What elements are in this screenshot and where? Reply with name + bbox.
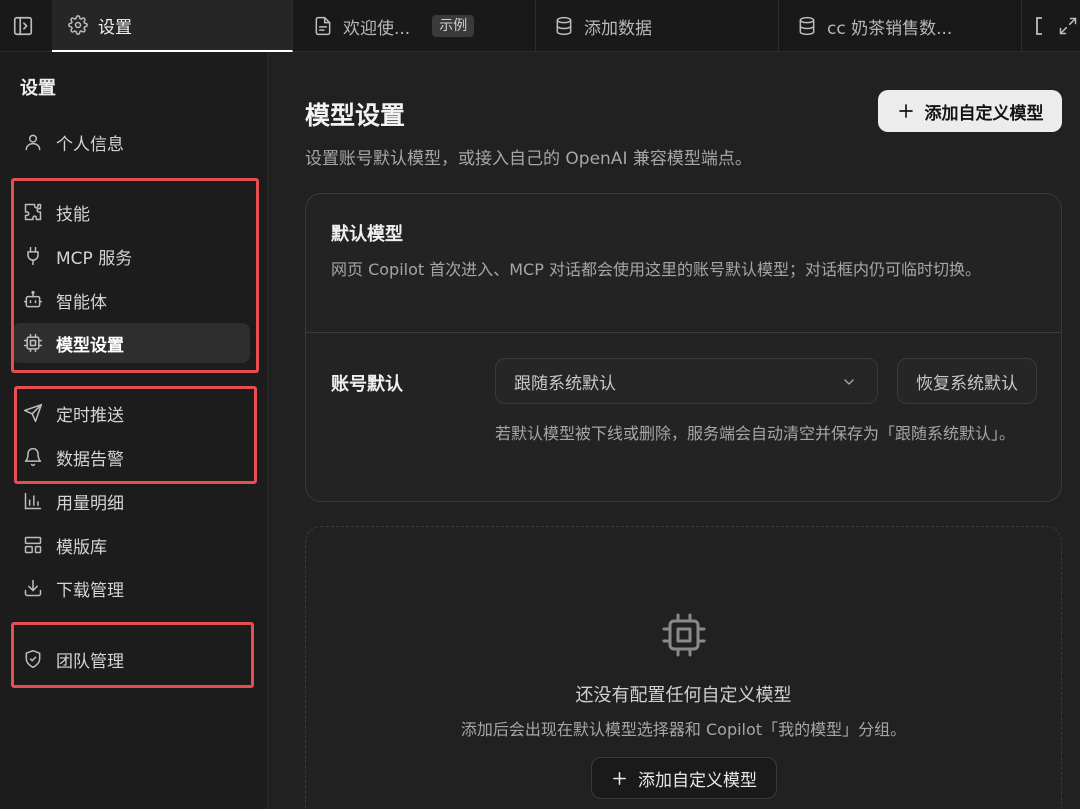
sidebar-item-mcp[interactable]: MCP 服务 xyxy=(12,236,250,276)
sidebar-item-label: MCP 服务 xyxy=(56,248,133,269)
main-content: 模型设置 设置账号默认模型，或接入自己的 OpenAI 兼容模型端点。 添加自定… xyxy=(269,52,1080,809)
account-default-label: 账号默认 xyxy=(331,374,403,395)
bar-chart-icon xyxy=(23,491,43,511)
plus-icon xyxy=(611,770,628,787)
card-description: 网页 Copilot 首次进入、MCP 对话都会使用这里的账号默认模型；对话框内… xyxy=(331,260,981,279)
add-custom-model-button[interactable]: 添加自定义模型 xyxy=(878,90,1062,132)
sidebar-item-label: 定时推送 xyxy=(56,405,124,426)
default-model-card: 默认模型 网页 Copilot 首次进入、MCP 对话都会使用这里的账号默认模型… xyxy=(305,193,1062,502)
database-icon xyxy=(797,16,817,36)
database-icon xyxy=(554,16,574,36)
sidebar-item-downloads[interactable]: 下载管理 xyxy=(12,568,250,608)
puzzle-icon xyxy=(23,202,43,222)
settings-sidebar: 设置 个人信息 技能 MCP 服务 智能体 模型设置 定时推送 数据告警 用量明… xyxy=(0,52,268,809)
tab-milk-tea-sales[interactable]: cc 奶茶销售数... xyxy=(779,0,1022,52)
card-title: 默认模型 xyxy=(331,224,403,245)
download-icon xyxy=(23,578,43,598)
tab-bar: 设置 欢迎使... 示例 添加数据 cc 奶茶销售数... xyxy=(0,0,1080,52)
template-icon xyxy=(23,535,43,555)
empty-state-title: 还没有配置任何自定义模型 xyxy=(575,685,792,706)
bell-icon xyxy=(23,447,43,467)
tab-label: 设置 xyxy=(98,17,132,38)
document-icon xyxy=(313,16,333,36)
sidebar-item-label: 个人信息 xyxy=(56,134,124,155)
sidebar-title: 设置 xyxy=(20,78,56,99)
sidebar-item-profile[interactable]: 个人信息 xyxy=(12,122,250,162)
send-icon xyxy=(23,403,43,423)
tab-badge-example: 示例 xyxy=(432,15,475,37)
tab-label: cc 奶茶销售数... xyxy=(827,18,953,39)
select-value: 跟随系统默认 xyxy=(514,373,616,394)
user-icon xyxy=(23,132,43,152)
sidebar-item-label: 模版库 xyxy=(56,537,107,558)
button-label: 添加自定义模型 xyxy=(638,770,757,791)
sidebar-item-agents[interactable]: 智能体 xyxy=(12,280,250,320)
sidebar-item-model-settings[interactable]: 模型设置 xyxy=(12,323,250,363)
empty-add-custom-model-button[interactable]: 添加自定义模型 xyxy=(591,757,777,799)
sidebar-item-team[interactable]: 团队管理 xyxy=(12,639,250,679)
empty-state-subtitle: 添加后会出现在默认模型选择器和 Copilot「我的模型」分组。 xyxy=(460,720,907,739)
sidebar-item-usage[interactable]: 用量明细 xyxy=(12,481,250,521)
bracket-icon xyxy=(1034,16,1044,36)
shield-icon xyxy=(23,649,43,669)
sidebar-item-scheduled-push[interactable]: 定时推送 xyxy=(12,393,250,433)
expand-icon[interactable] xyxy=(1058,16,1078,36)
chip-icon xyxy=(23,333,43,353)
sidebar-item-label: 数据告警 xyxy=(56,449,124,470)
tab-label: 添加数据 xyxy=(584,18,652,39)
divider xyxy=(306,332,1061,333)
default-model-select[interactable]: 跟随系统默认 xyxy=(495,358,878,404)
plus-icon xyxy=(897,102,915,120)
gear-icon xyxy=(68,15,88,35)
tab-welcome[interactable]: 欢迎使... 示例 xyxy=(293,0,536,52)
sidebar-item-templates[interactable]: 模版库 xyxy=(12,525,250,565)
page-subtitle: 设置账号默认模型，或接入自己的 OpenAI 兼容模型端点。 xyxy=(305,149,752,169)
chevron-down-icon xyxy=(841,374,857,390)
sidebar-item-label: 智能体 xyxy=(56,292,107,313)
tab-settings[interactable]: 设置 xyxy=(52,0,293,52)
reset-system-default-button[interactable]: 恢复系统默认 xyxy=(897,358,1037,404)
sidebar-item-label: 用量明细 xyxy=(56,493,124,514)
custom-models-empty-state: 还没有配置任何自定义模型 添加后会出现在默认模型选择器和 Copilot「我的模… xyxy=(305,526,1062,809)
chip-icon xyxy=(660,611,708,659)
plug-icon xyxy=(23,246,43,266)
sidebar-item-label: 下载管理 xyxy=(56,580,124,601)
robot-icon xyxy=(23,290,43,310)
sidebar-item-skills[interactable]: 技能 xyxy=(12,192,250,232)
page-title: 模型设置 xyxy=(305,101,406,130)
tab-add-data[interactable]: 添加数据 xyxy=(536,0,779,52)
sidebar-toggle-icon[interactable] xyxy=(12,15,34,37)
tab-overflow xyxy=(1034,13,1080,39)
sidebar-item-label: 团队管理 xyxy=(56,651,124,672)
sidebar-item-label: 模型设置 xyxy=(56,335,124,356)
sidebar-item-data-alerts[interactable]: 数据告警 xyxy=(12,437,250,477)
button-label: 添加自定义模型 xyxy=(924,103,1044,124)
tab-label: 欢迎使... xyxy=(343,18,411,39)
sidebar-item-label: 技能 xyxy=(56,204,90,225)
default-model-hint: 若默认模型被下线或删除，服务端会自动清空并保存为「跟随系统默认」。 xyxy=(495,424,1016,443)
